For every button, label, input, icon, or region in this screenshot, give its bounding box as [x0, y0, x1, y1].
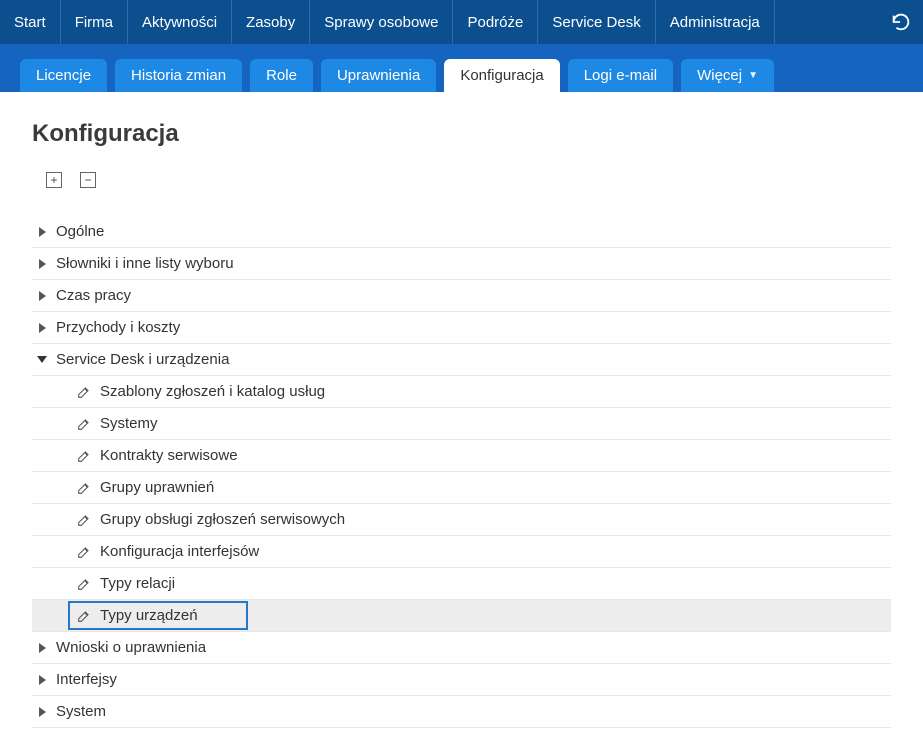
tree-item-kontrakty-serwisowe[interactable]: Kontrakty serwisowe: [32, 440, 891, 472]
nav-label: Sprawy osobowe: [324, 14, 438, 31]
tree-node-interfejsy[interactable]: Interfejsy: [32, 664, 891, 696]
chevron-down-icon: ▼: [748, 70, 758, 81]
nav-label: Service Desk: [552, 14, 640, 31]
page-content: Konfiguracja + − Ogólne Słowniki i inne …: [0, 92, 923, 756]
expand-icon: [36, 258, 48, 270]
edit-icon: [76, 384, 92, 400]
undo-button[interactable]: [879, 0, 923, 44]
tree-node-label: Ogólne: [56, 223, 104, 240]
nav-start[interactable]: Start: [0, 0, 61, 44]
config-tree: Ogólne Słowniki i inne listy wyboru Czas…: [32, 216, 891, 728]
nav-sprawy-osobowe[interactable]: Sprawy osobowe: [310, 0, 453, 44]
tab-uprawnienia[interactable]: Uprawnienia: [321, 59, 436, 92]
edit-icon: [76, 608, 92, 624]
expand-icon: [36, 706, 48, 718]
minus-icon: −: [84, 174, 91, 186]
tree-node-label: Service Desk i urządzenia: [56, 351, 229, 368]
tab-historia-zmian[interactable]: Historia zmian: [115, 59, 242, 92]
tab-label: Licencje: [36, 67, 91, 84]
edit-icon: [76, 416, 92, 432]
tree-node-service-desk[interactable]: Service Desk i urządzenia: [32, 344, 891, 376]
expand-icon: [36, 226, 48, 238]
tree-item-label: Szablony zgłoszeń i katalog usług: [100, 383, 325, 400]
nav-spacer: [775, 0, 879, 44]
tree-item-grupy-uprawnien[interactable]: Grupy uprawnień: [32, 472, 891, 504]
tree-item-systemy[interactable]: Systemy: [32, 408, 891, 440]
edit-icon: [76, 512, 92, 528]
tree-node-wnioski[interactable]: Wnioski o uprawnienia: [32, 632, 891, 664]
nav-label: Administracja: [670, 14, 760, 31]
tree-node-label: Interfejsy: [56, 671, 117, 688]
tree-children-service-desk: Szablony zgłoszeń i katalog usług System…: [32, 376, 891, 632]
tree-item-typy-urzadzen[interactable]: Typy urządzeń: [32, 600, 891, 632]
edit-icon: [76, 448, 92, 464]
nav-podroze[interactable]: Podróże: [453, 0, 538, 44]
nav-aktywnosci[interactable]: Aktywności: [128, 0, 232, 44]
tab-label: Konfiguracja: [460, 67, 543, 84]
tree-item-label: Grupy uprawnień: [100, 479, 214, 496]
tree-node-slowniki[interactable]: Słowniki i inne listy wyboru: [32, 248, 891, 280]
tree-node-label: Słowniki i inne listy wyboru: [56, 255, 234, 272]
tree-item-label: Kontrakty serwisowe: [100, 447, 238, 464]
collapse-all-button[interactable]: −: [80, 172, 96, 188]
primary-nav: Start Firma Aktywności Zasoby Sprawy oso…: [0, 0, 923, 44]
tree-item-grupy-obslugi[interactable]: Grupy obsługi zgłoszeń serwisowych: [32, 504, 891, 536]
tree-item-typy-relacji[interactable]: Typy relacji: [32, 568, 891, 600]
tree-controls: + −: [32, 172, 891, 188]
tab-role[interactable]: Role: [250, 59, 313, 92]
tree-node-przychody-koszty[interactable]: Przychody i koszty: [32, 312, 891, 344]
tab-licencje[interactable]: Licencje: [20, 59, 107, 92]
tree-node-label: Wnioski o uprawnienia: [56, 639, 206, 656]
tab-label: Uprawnienia: [337, 67, 420, 84]
tree-node-label: Czas pracy: [56, 287, 131, 304]
secondary-nav: Licencje Historia zmian Role Uprawnienia…: [0, 44, 923, 92]
nav-service-desk[interactable]: Service Desk: [538, 0, 655, 44]
tree-item-label: Systemy: [100, 415, 158, 432]
tree-node-ogolne[interactable]: Ogólne: [32, 216, 891, 248]
edit-icon: [76, 576, 92, 592]
tab-label: Więcej: [697, 67, 742, 84]
page-title: Konfiguracja: [32, 120, 891, 148]
tab-wiecej[interactable]: Więcej ▼: [681, 59, 774, 92]
tree-item-label: Konfiguracja interfejsów: [100, 543, 259, 560]
plus-icon: +: [50, 174, 57, 186]
tab-logi-email[interactable]: Logi e-mail: [568, 59, 673, 92]
edit-icon: [76, 480, 92, 496]
tree-node-label: System: [56, 703, 106, 720]
nav-label: Zasoby: [246, 14, 295, 31]
edit-icon: [76, 544, 92, 560]
tab-label: Logi e-mail: [584, 67, 657, 84]
nav-firma[interactable]: Firma: [61, 0, 128, 44]
undo-icon: [890, 11, 912, 33]
nav-label: Podróże: [467, 14, 523, 31]
expand-icon: [36, 322, 48, 334]
expand-icon: [36, 674, 48, 686]
tree-node-system[interactable]: System: [32, 696, 891, 728]
tree-item-label: Grupy obsługi zgłoszeń serwisowych: [100, 511, 345, 528]
expand-icon: [36, 290, 48, 302]
tree-item-label: Typy urządzeń: [100, 607, 198, 624]
nav-label: Aktywności: [142, 14, 217, 31]
nav-label: Start: [14, 14, 46, 31]
tree-item-szablony-zgloszen[interactable]: Szablony zgłoszeń i katalog usług: [32, 376, 891, 408]
collapse-icon: [36, 354, 48, 366]
expand-all-button[interactable]: +: [46, 172, 62, 188]
expand-icon: [36, 642, 48, 654]
tree-node-label: Przychody i koszty: [56, 319, 180, 336]
tree-item-konfiguracja-interfejsow[interactable]: Konfiguracja interfejsów: [32, 536, 891, 568]
tab-konfiguracja[interactable]: Konfiguracja: [444, 59, 559, 92]
tree-node-czas-pracy[interactable]: Czas pracy: [32, 280, 891, 312]
nav-label: Firma: [75, 14, 113, 31]
nav-zasoby[interactable]: Zasoby: [232, 0, 310, 44]
nav-administracja[interactable]: Administracja: [656, 0, 775, 44]
tab-label: Historia zmian: [131, 67, 226, 84]
tab-label: Role: [266, 67, 297, 84]
tree-item-label: Typy relacji: [100, 575, 175, 592]
